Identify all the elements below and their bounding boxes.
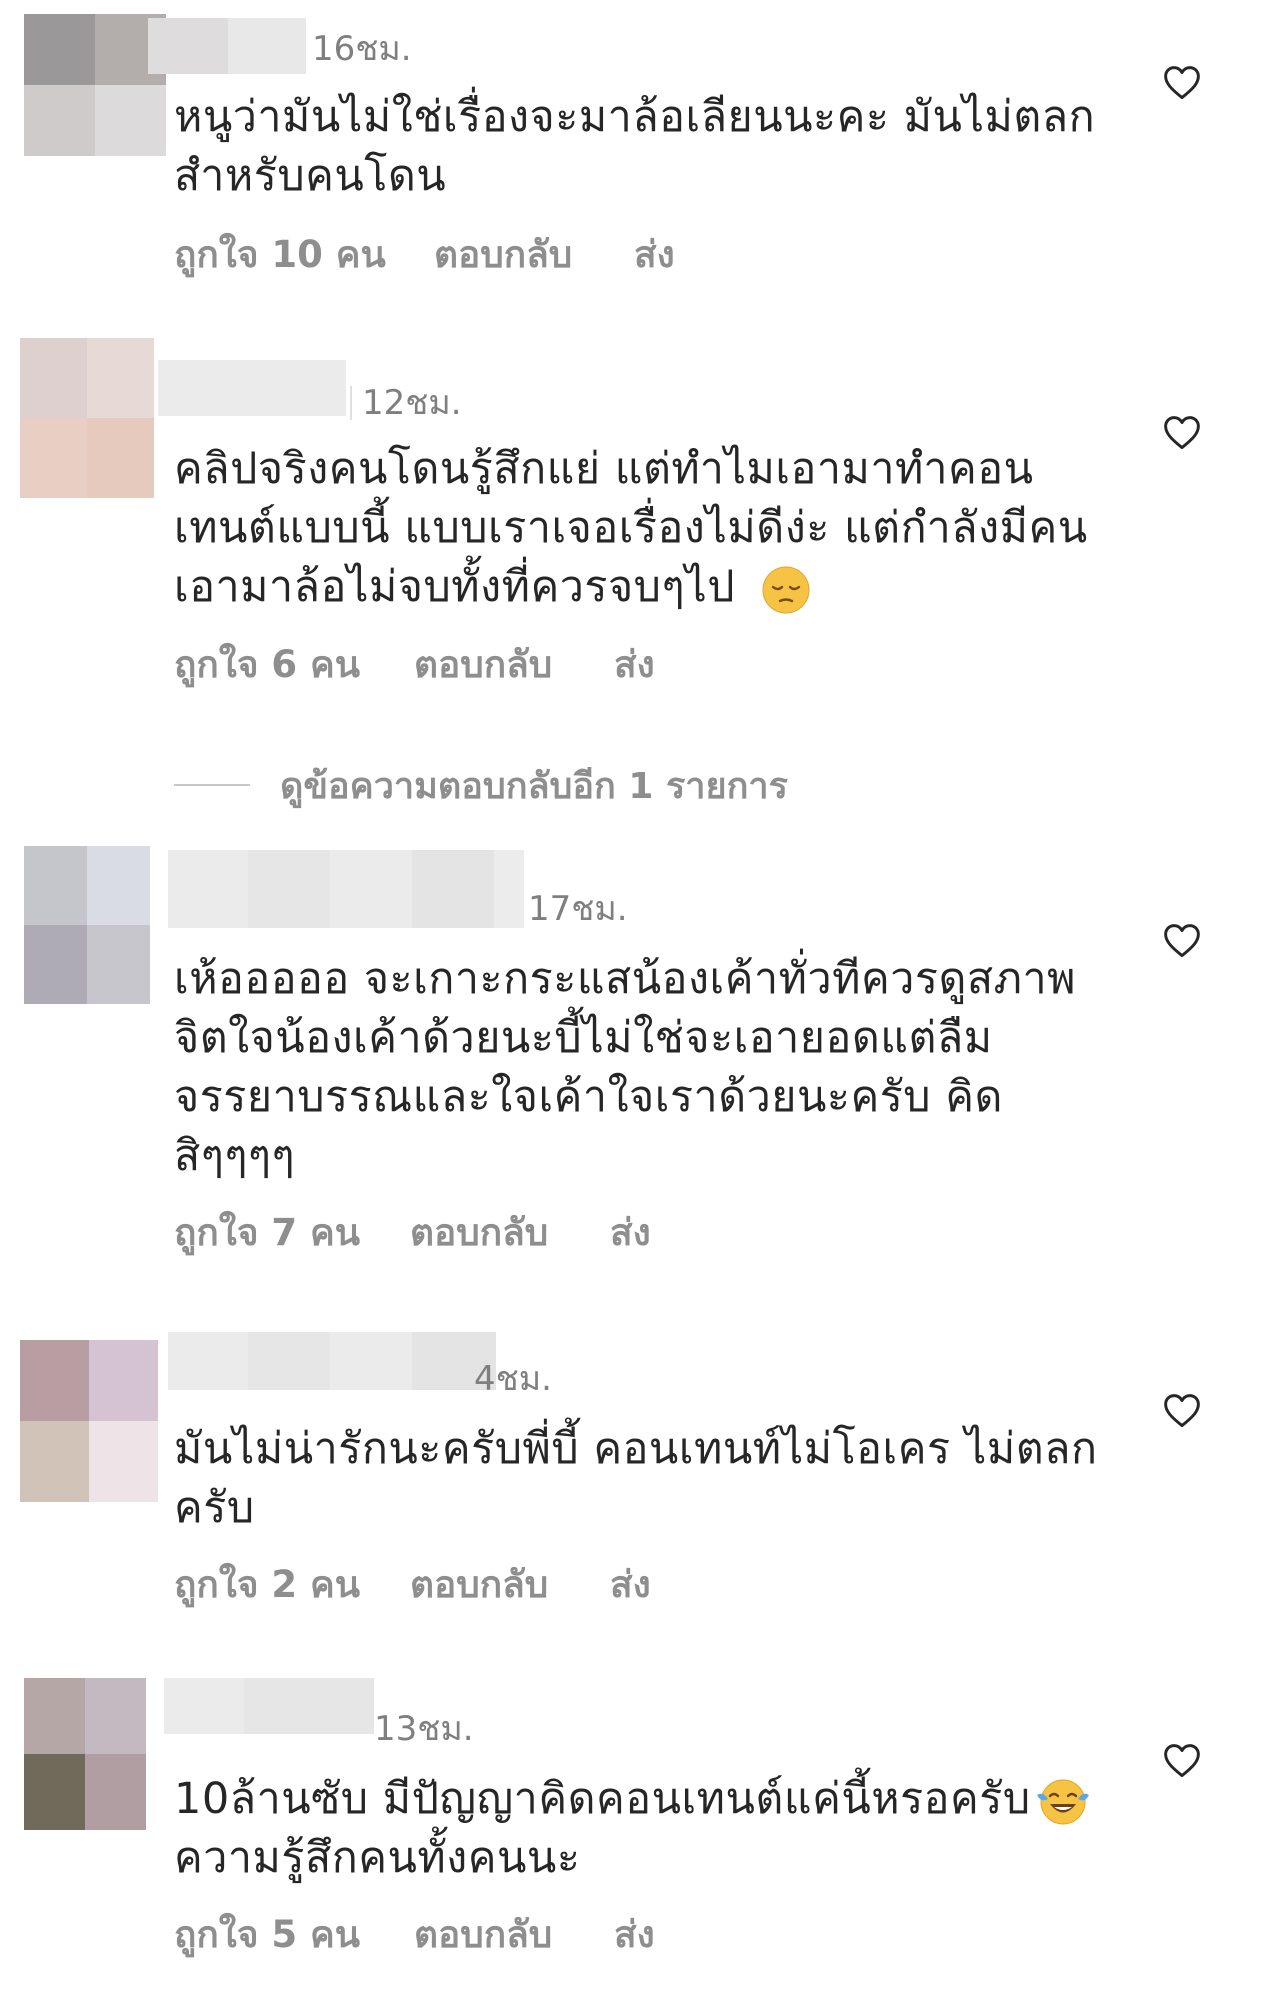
comment-time: 12ชม. — [350, 386, 462, 420]
send-button[interactable]: ส่ง — [610, 1214, 651, 1251]
heart-icon[interactable] — [1162, 1392, 1202, 1428]
heart-icon[interactable] — [1162, 64, 1202, 100]
reply-button[interactable]: ตอบกลับ — [410, 1566, 548, 1603]
likes-count[interactable]: ถูกใจ 2 คน — [174, 1566, 360, 1603]
heart-icon[interactable] — [1162, 922, 1202, 958]
comment-time: 16ชม. — [312, 29, 412, 69]
reply-button[interactable]: ตอบกลับ — [434, 236, 572, 273]
heart-icon[interactable] — [1162, 414, 1202, 450]
comment-time: 13ชม. — [374, 1709, 474, 1749]
comment-time: 4ชม. — [474, 1359, 552, 1399]
comment-text-line: ครับ — [174, 1483, 255, 1533]
view-replies-label: ดูข้อความตอบกลับอีก 1 รายการ — [280, 765, 788, 807]
reply-button[interactable]: ตอบกลับ — [414, 1916, 552, 1953]
username-blurred[interactable] — [158, 360, 346, 416]
face-with-tears-of-joy-icon — [1036, 1779, 1089, 1824]
comment-text-line: จรรยาบรรณและใจเค้าใจเราด้วยนะครับ คิด — [174, 1072, 1003, 1122]
comment-text-line: สิๆๆๆๆ — [174, 1131, 296, 1181]
heart-icon[interactable] — [1162, 1742, 1202, 1778]
comment-text-line: คลิปจริงคนโดนรู้สึกแย่ แต่ทำไมเอามาทำคอน — [174, 444, 1034, 494]
comment-text: เห้อออออ จะเกาะกระแสน้องเค้าทั่วทีควรดูส… — [174, 950, 1104, 1186]
comment-text: หนูว่ามันไม่ใช่เรื่องจะมาล้อเลียนนะคะ มั… — [174, 88, 1104, 206]
comment-text: 10ล้านซับ มีปัญญาคิดคอนเทนต์แค่นี้หรอครั… — [174, 1770, 1104, 1888]
send-button[interactable]: ส่ง — [614, 646, 655, 683]
view-replies-link[interactable]: ดูข้อความตอบกลับอีก 1 รายการ — [174, 762, 788, 808]
comment-text-line: เทนต์แบบนี้ แบบเราเจอเรื่องไม่ดีง่ะ แต่ก… — [174, 503, 1088, 553]
comment-text: มันไม่น่ารักนะครับพี่บี้ คอนเทนท์ไม่โอเค… — [174, 1420, 1104, 1538]
comment-text-line: มันไม่น่ารักนะครับพี่บี้ คอนเทนท์ไม่โอเค… — [174, 1424, 1098, 1474]
pensive-face-icon — [762, 566, 810, 613]
likes-count[interactable]: ถูกใจ 7 คน — [174, 1214, 360, 1251]
reply-button[interactable]: ตอบกลับ — [410, 1214, 548, 1251]
avatar[interactable] — [20, 338, 154, 498]
avatar[interactable] — [24, 14, 166, 156]
avatar[interactable] — [24, 1678, 146, 1830]
comment-text-line: หนูว่ามันไม่ใช่เรื่องจะมาล้อเลียนนะคะ มั… — [174, 92, 1096, 142]
comment-time: 17ชม. — [528, 889, 628, 929]
comment-text: คลิปจริงคนโดนรู้สึกแย่ แต่ทำไมเอามาทำคอน… — [174, 440, 1104, 617]
avatar[interactable] — [24, 846, 150, 1004]
send-button[interactable]: ส่ง — [634, 236, 675, 273]
username-blurred[interactable] — [168, 850, 524, 928]
username-blurred[interactable] — [148, 18, 306, 74]
send-button[interactable]: ส่ง — [614, 1916, 655, 1953]
comment-text-line-with-emoji: เอามาล้อไม่จบทั้งที่ควรจบๆไป — [174, 558, 1104, 617]
comment-text-line: จิตใจน้องเค้าด้วยนะบี้ไม่ใช่จะเอายอดแต่ล… — [174, 1013, 993, 1063]
comment-text-line: เห้อออออ จะเกาะกระแสน้องเค้าทั่วทีควรดูส… — [174, 954, 1076, 1004]
divider-line — [174, 784, 250, 786]
comment-text-line-with-emoji: 10ล้านซับ มีปัญญาคิดคอนเทนต์แค่นี้หรอครั… — [174, 1770, 1104, 1829]
send-button[interactable]: ส่ง — [610, 1566, 651, 1603]
username-blurred[interactable] — [168, 1332, 496, 1390]
avatar[interactable] — [20, 1340, 158, 1502]
likes-count[interactable]: ถูกใจ 5 คน — [174, 1916, 360, 1953]
comment-text-line: สำหรับคนโดน — [174, 151, 447, 201]
comment-text-line: ความรู้สึกคนทั้งคนนะ — [174, 1833, 581, 1883]
likes-count[interactable]: ถูกใจ 6 คน — [174, 646, 360, 683]
reply-button[interactable]: ตอบกลับ — [414, 646, 552, 683]
comment-text-line: เอามาล้อไม่จบทั้งที่ควรจบๆไป — [174, 562, 735, 612]
likes-count[interactable]: ถูกใจ 10 คน — [174, 236, 386, 273]
comment-text-line: 10ล้านซับ มีปัญญาคิดคอนเทนต์แค่นี้หรอครั… — [174, 1774, 1031, 1824]
username-blurred[interactable] — [164, 1678, 374, 1734]
